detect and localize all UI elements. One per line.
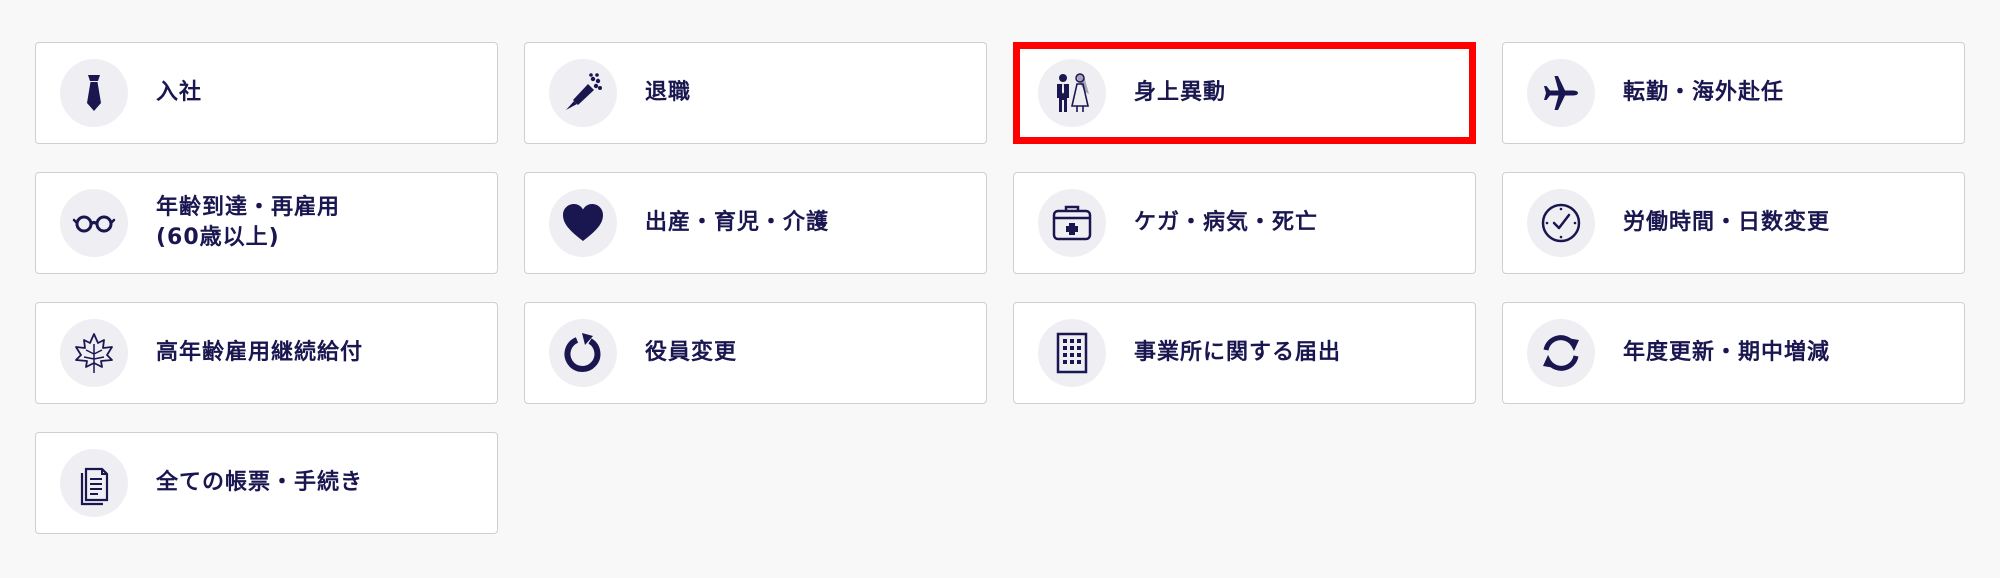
menu-card-label: 事業所に関する届出 xyxy=(1134,340,1342,365)
menu-card-subete[interactable]: 全ての帳票・手続き xyxy=(35,432,498,534)
medical-kit-icon xyxy=(1038,189,1106,257)
glasses-icon xyxy=(60,189,128,257)
maple-leaf-icon xyxy=(60,319,128,387)
menu-card-label: 労働時間・日数変更 xyxy=(1623,210,1831,235)
building-icon xyxy=(1038,319,1106,387)
menu-card-label: 全ての帳票・手続き xyxy=(156,470,364,495)
menu-card-jigyosho[interactable]: 事業所に関する届出 xyxy=(1013,302,1476,404)
menu-card-label: 高年齢雇用継続給付 xyxy=(156,340,364,365)
menu-card-label: 役員変更 xyxy=(645,340,738,365)
refresh-icon xyxy=(549,319,617,387)
menu-card-nyusha[interactable]: 入社 xyxy=(35,42,498,144)
clock-icon xyxy=(1527,189,1595,257)
menu-card-label: 年度更新・期中増減 xyxy=(1623,340,1831,365)
documents-icon xyxy=(60,449,128,517)
sync-icon xyxy=(1527,319,1595,387)
menu-card-rodo-jikan[interactable]: 労働時間・日数変更 xyxy=(1502,172,1965,274)
menu-card-label: 年齢到達・再雇用 (60歳以上) xyxy=(156,195,341,250)
menu-card-label: 入社 xyxy=(156,80,203,105)
menu-card-shinjo-ido[interactable]: 身上異動 xyxy=(1013,42,1476,144)
menu-card-taishoku[interactable]: 退職 xyxy=(524,42,987,144)
menu-card-label: 転勤・海外赴任 xyxy=(1623,80,1785,105)
bouquet-icon xyxy=(549,59,617,127)
procedure-menu-grid: 入社 退職 身上異動 転勤・海外赴任 年齢到達・再雇用 (60歳以上) 出産・育… xyxy=(35,42,1965,534)
menu-card-shussan[interactable]: 出産・育児・介護 xyxy=(524,172,987,274)
menu-card-nendo[interactable]: 年度更新・期中増減 xyxy=(1502,302,1965,404)
menu-card-label: 出産・育児・介護 xyxy=(645,210,830,235)
menu-card-kega[interactable]: ケガ・病気・死亡 xyxy=(1013,172,1476,274)
necktie-icon xyxy=(60,59,128,127)
menu-card-nenrei[interactable]: 年齢到達・再雇用 (60歳以上) xyxy=(35,172,498,274)
menu-card-tenkin[interactable]: 転勤・海外赴任 xyxy=(1502,42,1965,144)
menu-card-konenrei[interactable]: 高年齢雇用継続給付 xyxy=(35,302,498,404)
menu-card-label: 身上異動 xyxy=(1134,80,1227,105)
heart-icon xyxy=(549,189,617,257)
menu-card-label: 退職 xyxy=(645,80,692,105)
airplane-icon xyxy=(1527,59,1595,127)
menu-card-yakuin[interactable]: 役員変更 xyxy=(524,302,987,404)
menu-card-label: ケガ・病気・死亡 xyxy=(1134,210,1319,235)
couple-icon xyxy=(1038,59,1106,127)
